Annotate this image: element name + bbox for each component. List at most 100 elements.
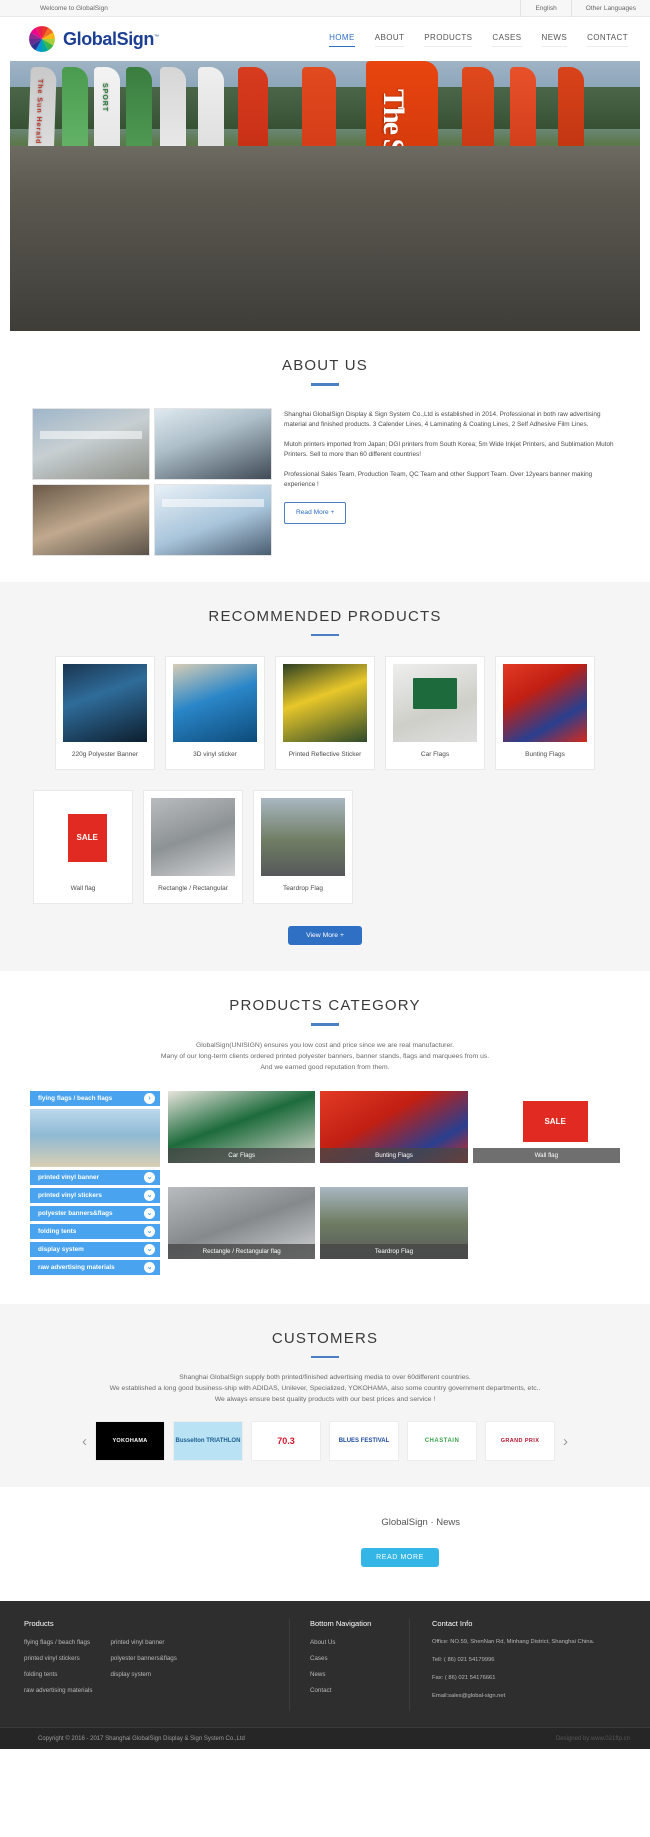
customer-logo-yokohama[interactable]: YOKOHAMA — [95, 1421, 165, 1461]
customer-logo-blues-festival[interactable]: BLUES FESTIVAL — [329, 1421, 399, 1461]
category-tile-bunting-flags[interactable]: Bunting Flags — [320, 1090, 468, 1163]
product-card[interactable]: Rectangle / Rectangular — [143, 790, 243, 904]
product-image — [63, 664, 147, 742]
product-card[interactable]: Printed Reflective Sticker — [275, 656, 375, 770]
news-section: GlobalSign · News READ MORE — [0, 1487, 650, 1601]
carousel-prev-icon[interactable]: ‹ — [82, 1433, 87, 1450]
customers-title: CUSTOMERS — [271, 1329, 379, 1347]
product-card[interactable]: Teardrop Flag — [253, 790, 353, 904]
nav-item-products[interactable]: PRODUCTS — [424, 33, 473, 47]
category-subtext-line-1: GlobalSign(UNISIGN) ensures you low cost… — [195, 1041, 455, 1049]
chevron-down-icon[interactable]: ⌄ — [144, 1261, 155, 1273]
customers-subtext-line-1: Shanghai GlobalSign supply both printed/… — [179, 1374, 471, 1381]
footer-nav-contact[interactable]: Contact — [310, 1687, 385, 1694]
footer-link-raw-materials[interactable]: raw advertising materials — [24, 1687, 92, 1694]
about-paragraph-1: Shanghai GlobalSign Display & Sign Syste… — [284, 410, 601, 429]
language-english[interactable]: English — [520, 0, 570, 17]
category-item-display-system[interactable]: display system ⌄ — [30, 1241, 160, 1257]
about-title: ABOUT US — [281, 357, 368, 374]
product-image — [151, 798, 235, 876]
recommended-products-section: RECOMMENDED PRODUCTS 220g Polyester Bann… — [0, 581, 650, 971]
category-list: flying flags / beach flags › printed vin… — [30, 1090, 160, 1278]
section-divider — [311, 1023, 339, 1026]
hero-crowd — [10, 146, 640, 331]
view-more-button[interactable]: View More + — [288, 926, 362, 945]
customer-logo-703[interactable]: 70.3 — [251, 1421, 321, 1461]
chevron-down-icon[interactable]: ⌄ — [144, 1243, 155, 1255]
category-feature-image — [30, 1108, 160, 1167]
section-divider — [311, 383, 339, 386]
about-photo-team — [32, 483, 150, 556]
language-other[interactable]: Other Languages — [570, 0, 650, 17]
footer-nav-cases[interactable]: Cases — [310, 1655, 385, 1662]
footer-nav-title: Bottom Navigation — [310, 1619, 372, 1628]
nav-item-news[interactable]: NEWS — [541, 33, 568, 47]
footer-contact-tel: Tell: ( 86) 021 54179996 — [432, 1657, 495, 1663]
footer-link-printed-vinyl-stickers[interactable]: printed vinyl stickers — [24, 1655, 92, 1662]
logo[interactable]: GlobalSign™ — [28, 25, 159, 53]
product-card[interactable]: Bunting Flags — [495, 656, 595, 770]
chevron-right-icon[interactable]: › — [144, 1092, 155, 1104]
footer-contact-title: Contact Info — [432, 1619, 473, 1628]
chevron-down-icon[interactable]: ⌄ — [144, 1225, 155, 1237]
customers-subtext-line-3: We always ensure best quality products w… — [214, 1396, 436, 1403]
product-card[interactable]: 3D vinyl sticker — [165, 656, 265, 770]
customer-logo-chastain[interactable]: CHASTAIN — [407, 1421, 477, 1461]
product-name: Car Flags — [420, 751, 450, 758]
category-item-flying-flags[interactable]: flying flags / beach flags › — [30, 1090, 160, 1106]
category-tile-car-flags[interactable]: Car Flags — [168, 1090, 316, 1163]
language-switcher: English Other Languages — [520, 0, 650, 17]
product-image — [283, 664, 367, 742]
chevron-down-icon[interactable]: ⌄ — [144, 1189, 155, 1201]
nav-item-about[interactable]: ABOUT — [374, 33, 405, 47]
customer-logo-grand-prix[interactable]: GRAND PRIX — [485, 1421, 555, 1461]
top-utility-bar: Welcome to GlobalSign English Other Lang… — [0, 0, 650, 17]
footer-contact-column: Contact Info Office: NO.59, ShenNan Rd, … — [410, 1619, 650, 1711]
footer-nav-news[interactable]: News — [310, 1671, 385, 1678]
footer-products-column: Products flying flags / beach flags prin… — [0, 1619, 290, 1711]
category-item-printed-vinyl-banner[interactable]: printed vinyl banner ⌄ — [30, 1169, 160, 1185]
chevron-down-icon[interactable]: ⌄ — [144, 1207, 155, 1219]
category-tile-rectangle-flag[interactable]: Rectangle / Rectangular flag — [168, 1186, 316, 1259]
category-tile-caption: Wall flag — [472, 1147, 620, 1163]
category-tile-caption: Teardrop Flag — [320, 1243, 468, 1259]
recommended-row-1: 220g Polyester Banner 3D vinyl sticker P… — [0, 656, 650, 770]
category-tile-wall-flag[interactable]: Wall flag — [472, 1090, 620, 1163]
product-name: Rectangle / Rectangular — [158, 885, 228, 892]
news-read-more-button[interactable]: READ MORE — [361, 1548, 439, 1567]
category-tile-teardrop-flag[interactable]: Teardrop Flag — [320, 1186, 468, 1259]
nav-item-cases[interactable]: CASES — [492, 33, 522, 47]
recommended-title: RECOMMENDED PRODUCTS — [208, 607, 442, 625]
product-card[interactable]: Wall flag — [33, 790, 133, 904]
customers-subtext-line-2: We established a long good business-ship… — [109, 1385, 541, 1392]
footer-link-printed-vinyl-banner[interactable]: printed vinyl banner — [110, 1639, 176, 1646]
category-item-folding-tents[interactable]: folding tents ⌄ — [30, 1223, 160, 1239]
footer-link-polyester-banners[interactable]: polyester banners&flags — [110, 1655, 176, 1662]
customers-subtext: Shanghai GlobalSign supply both printed/… — [0, 1372, 650, 1405]
footer-link-display-system[interactable]: display system — [110, 1671, 176, 1678]
designed-by-text[interactable]: Designed by:www.021ftp.cn — [556, 1736, 630, 1742]
read-more-button[interactable]: Read More + — [284, 501, 347, 524]
product-card[interactable]: Car Flags — [385, 656, 485, 770]
carousel-next-icon[interactable]: › — [563, 1433, 568, 1450]
product-card[interactable]: 220g Polyester Banner — [55, 656, 155, 770]
hero-banner[interactable]: The Sun Herald SPORT The Sun — [10, 61, 640, 331]
category-tile-caption: Bunting Flags — [320, 1147, 468, 1163]
site-header: GlobalSign™ HOME ABOUT PRODUCTS CASES NE… — [0, 17, 650, 61]
category-item-label: folding tents — [38, 1227, 77, 1235]
footer-products-col-2: printed vinyl banner polyester banners&f… — [110, 1639, 176, 1703]
footer-nav-about-us[interactable]: About Us — [310, 1639, 385, 1646]
nav-item-home[interactable]: HOME — [329, 33, 355, 47]
footer-link-flying-flags[interactable]: flying flags / beach flags — [24, 1639, 92, 1646]
footer-contact-email[interactable]: Email:sales@global-sign.net — [432, 1693, 626, 1699]
category-item-printed-vinyl-stickers[interactable]: printed vinyl stickers ⌄ — [30, 1187, 160, 1203]
customer-logo-busselton[interactable]: Busselton TRIATHLON — [173, 1421, 243, 1461]
product-name: 3D vinyl sticker — [193, 751, 237, 758]
product-name: Bunting Flags — [525, 751, 565, 758]
category-item-label: polyester banners&flags — [38, 1209, 113, 1217]
chevron-down-icon[interactable]: ⌄ — [144, 1171, 155, 1183]
category-item-raw-materials[interactable]: raw advertising materials ⌄ — [30, 1259, 160, 1275]
nav-item-contact[interactable]: CONTACT — [587, 33, 628, 47]
category-item-polyester-banners[interactable]: polyester banners&flags ⌄ — [30, 1205, 160, 1221]
footer-link-folding-tents[interactable]: folding tents — [24, 1671, 92, 1678]
